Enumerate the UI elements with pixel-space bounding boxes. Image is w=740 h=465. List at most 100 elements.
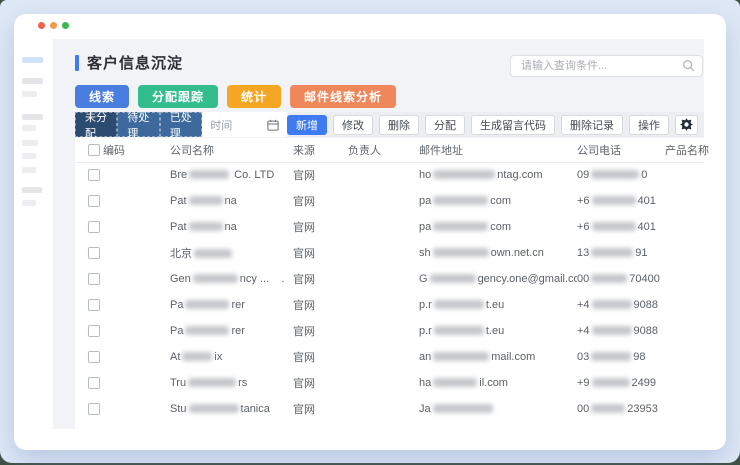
cell-product <box>665 292 704 318</box>
search-input[interactable] <box>510 55 703 77</box>
cell-product <box>665 266 704 292</box>
row-checkbox[interactable] <box>88 403 100 416</box>
leads-button[interactable]: 线索 <box>75 85 130 108</box>
generate-message-code-button[interactable]: 生成留言代码 <box>471 114 555 135</box>
operate-button[interactable]: 操作 <box>629 114 669 135</box>
sidebar-item[interactable] <box>22 125 36 131</box>
cell-email: ha il.com <box>419 377 508 389</box>
maximize-button[interactable] <box>62 22 69 29</box>
row-checkbox[interactable] <box>88 325 100 338</box>
row-checkbox[interactable] <box>88 221 100 234</box>
search-icon <box>683 60 695 72</box>
row-checkbox[interactable] <box>88 377 100 390</box>
tab-unassigned[interactable]: 未分配 <box>75 112 118 140</box>
cell-source: 官网 <box>293 352 315 364</box>
table-row: Stu tanica 官网 Ja 00 23953 <box>75 396 704 422</box>
email-lead-analysis-button[interactable]: 邮件线索分析 <box>290 85 397 108</box>
redacted-text <box>591 170 640 180</box>
column-header: 产品名称 <box>665 138 709 163</box>
tab-pending[interactable]: 待处理 <box>117 112 160 140</box>
status-tabs: 未分配 待处理 已处理 <box>75 112 203 140</box>
table-row: 北京 官网 sh own.net.cn 13 91 <box>75 240 704 266</box>
table-row: Pa rer 官网 p.r t.eu +4 9088 <box>75 292 704 318</box>
table-row: Pa rer 官网 p.r t.eu +4 9088 <box>75 318 704 344</box>
sidebar-item[interactable] <box>22 187 42 193</box>
cell-code <box>103 318 170 344</box>
cell-product <box>665 344 704 370</box>
tab-processed[interactable]: 已处理 <box>159 112 203 140</box>
redacted-text <box>194 249 232 258</box>
cell-owner <box>348 240 419 266</box>
sidebar-item[interactable] <box>22 153 36 159</box>
delete-record-button[interactable]: 删除记录 <box>561 114 623 135</box>
table-row: Bre Co. LTD 官网 ho ntag.com 09 0 <box>75 162 704 188</box>
select-all-checkbox[interactable] <box>88 143 100 156</box>
stats-button[interactable]: 统计 <box>227 85 282 108</box>
sidebar-item[interactable] <box>22 91 37 97</box>
settings-button[interactable] <box>675 114 698 135</box>
cell-phone: 13 91 <box>577 247 648 259</box>
edit-button[interactable]: 修改 <box>333 114 373 135</box>
cell-company: Bre Co. LTD <box>170 169 275 182</box>
app-window: 客户信息沉淀 线索分配跟踪统计邮件线索分析 未分配待处理已处理 时间 新增修改删… <box>14 14 726 450</box>
cell-code <box>103 344 170 370</box>
date-filter-input[interactable]: 时间 <box>202 112 287 137</box>
gear-icon <box>680 118 693 131</box>
cell-company: Pat na <box>170 221 237 233</box>
assign-track-button[interactable]: 分配跟踪 <box>138 85 219 108</box>
row-checkbox[interactable] <box>88 247 100 260</box>
redacted-text <box>433 326 484 335</box>
redacted-text <box>185 326 230 335</box>
redacted-text <box>591 326 632 335</box>
sidebar-item[interactable] <box>22 167 36 173</box>
cell-source: 官网 <box>293 326 315 338</box>
table-row: Pat na 官网 pa com +6 401 <box>75 214 704 240</box>
delete-button[interactable]: 删除 <box>379 114 419 135</box>
cell-code <box>103 188 170 214</box>
cell-source: 官网 <box>293 378 315 390</box>
data-table: 编码 公司名称 来源 负责人 邮件地址 公司电话 产品名称 Bre Co. LTD 官网 ho n… <box>75 138 709 429</box>
sidebar-item[interactable] <box>22 78 43 84</box>
cell-product <box>665 396 704 422</box>
cell-email: p.r t.eu <box>419 325 505 337</box>
row-checkbox[interactable] <box>88 195 100 208</box>
row-checkbox[interactable] <box>88 169 100 182</box>
cell-email: pa com <box>419 221 512 233</box>
sidebar-item[interactable] <box>22 140 38 146</box>
cell-product <box>665 240 704 266</box>
sidebar-item[interactable] <box>22 200 36 206</box>
redacted-text <box>591 274 628 283</box>
cell-code <box>103 370 170 396</box>
cell-code <box>103 214 170 240</box>
redacted-text <box>591 196 636 205</box>
table-row: Genncy ... . 官网 Ggency.one@gmail.com007040… <box>75 266 704 292</box>
cell-source: 官网 <box>293 248 315 260</box>
sidebar-item[interactable] <box>22 114 43 120</box>
add-button[interactable]: 新增 <box>287 114 327 135</box>
redacted-text <box>432 404 493 413</box>
cell-company: Gen ncy ... . <box>170 273 285 285</box>
cell-source: 官网 <box>293 404 315 416</box>
cell-owner <box>348 188 419 214</box>
assign-button[interactable]: 分配 <box>425 114 465 135</box>
column-header: 来源 <box>293 138 348 163</box>
search-box <box>510 55 703 77</box>
cell-email: sh own.net.cn <box>419 247 544 259</box>
cell-code <box>103 266 170 292</box>
row-checkbox[interactable] <box>88 273 100 286</box>
row-checkbox[interactable] <box>88 299 100 312</box>
redacted-text <box>185 300 230 309</box>
redacted-text <box>188 222 223 231</box>
cell-code <box>103 292 170 318</box>
redacted-text <box>433 352 490 361</box>
title-bar: 客户信息沉淀 <box>75 52 183 73</box>
cell-email: ho ntag.com <box>419 169 543 182</box>
cell-code <box>103 162 170 188</box>
sidebar-item-active[interactable] <box>22 57 43 63</box>
cell-product <box>665 162 704 188</box>
cell-phone: 00 70400 <box>577 273 660 285</box>
row-checkbox[interactable] <box>88 351 100 364</box>
cell-email: p.r t.eu <box>419 299 505 311</box>
table-header-row: 编码 公司名称 来源 负责人 邮件地址 公司电话 产品名称 <box>75 138 709 163</box>
action-button-group: 新增 修改 删除 分配 生成留言代码 删除记录 操作 <box>287 114 704 135</box>
